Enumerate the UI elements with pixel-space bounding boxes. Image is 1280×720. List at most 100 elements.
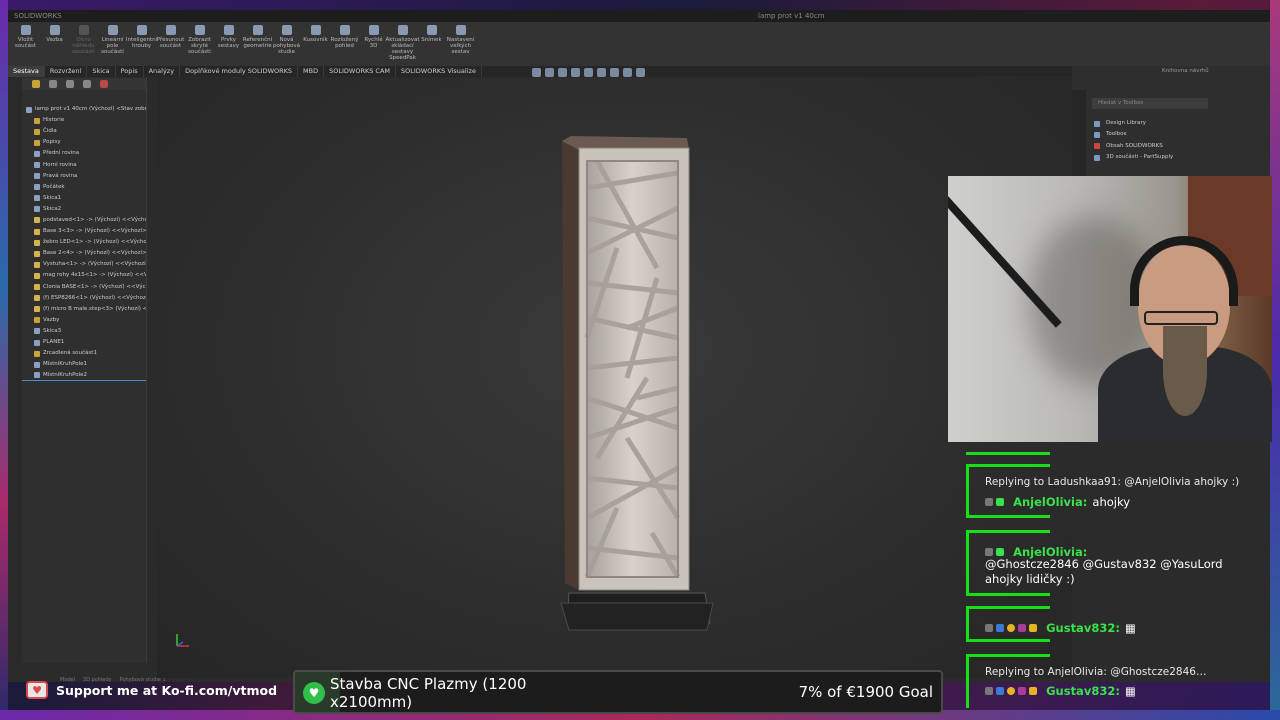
feature-tree-icon[interactable] — [32, 80, 40, 88]
chat-username: Gustav832: — [1046, 684, 1120, 698]
mod-badge-icon — [985, 547, 993, 556]
ribbon-command-icon — [223, 25, 234, 35]
zoom-to-fit-icon[interactable] — [532, 68, 541, 77]
feature-tree-item[interactable]: Vystuha<1> -> (Výchozí) <<Výchozí> — [22, 259, 146, 270]
section-view-icon[interactable] — [571, 68, 580, 77]
heads-up-view-toolbar — [532, 68, 645, 77]
ribbon-button[interactable]: Okno náhledu součásti — [70, 22, 97, 55]
feature-tree-item[interactable]: Pravá rovina — [22, 171, 146, 182]
ribbon-button[interactable]: Referenční geometrie — [243, 22, 272, 49]
ribbon-button[interactable]: Nová pohybová studie — [273, 22, 300, 55]
ribbon-button-label: Nastavení velkých sestav — [446, 37, 475, 55]
appearance-icon[interactable] — [623, 68, 632, 77]
ribbon-button[interactable]: Kusovník — [302, 22, 329, 43]
sub-badge-icon — [1018, 623, 1026, 632]
feature-tree-item[interactable]: mag rohy 4x15<1> -> (Výchozí) <<Výchozí> — [22, 270, 146, 281]
chat-username: AnjelOlivia: — [1013, 495, 1088, 509]
ribbon-command-icon — [165, 25, 176, 35]
feature-tree-item[interactable]: Horní rovina — [22, 159, 146, 170]
command-tab[interactable]: Analýzy — [144, 66, 181, 77]
feature-tree-item[interactable]: Historie — [22, 115, 146, 126]
command-tab[interactable]: SOLIDWORKS CAM — [324, 66, 397, 77]
feature-tree-item[interactable]: Přední rovina — [22, 148, 146, 159]
kofi-banner[interactable]: ♥ Support me at Ko-fi.com/vtmod — [26, 680, 277, 700]
part-icon — [34, 217, 40, 224]
display-style-icon[interactable] — [597, 68, 606, 77]
ribbon-button[interactable]: Inteligentní hrouby — [126, 22, 157, 49]
ribbon-button[interactable]: Vazba — [41, 22, 68, 43]
folder-icon — [34, 117, 40, 124]
command-ribbon: Vložit součást Vazba Okno náhledu součásti… — [8, 22, 1270, 66]
feature-tree-item[interactable]: žebro LED<1> -> (Výchozí) <<Výchozí> — [22, 237, 146, 248]
command-tab[interactable]: Skica — [87, 66, 116, 77]
feature-tree-label: žebro LED<1> -> (Výchozí) <<Výchozí> — [43, 239, 146, 246]
feature-manager-tabs — [22, 78, 146, 90]
ribbon-button-label: Vazba — [46, 37, 63, 43]
graphics-viewport[interactable] — [157, 78, 1072, 678]
command-tab[interactable]: Popis — [116, 66, 144, 77]
feature-tree-item[interactable]: Popisy — [22, 137, 146, 148]
ribbon-button-label: Snímek — [421, 37, 442, 43]
part-icon — [34, 306, 40, 313]
design-library-item[interactable]: Design Library — [1094, 118, 1173, 129]
feature-tree-item[interactable]: Počátek — [22, 182, 146, 193]
ribbon-button[interactable]: Lineární pole součástí — [99, 22, 126, 55]
sub-badge-icon — [1018, 686, 1026, 695]
feature-tree-item[interactable]: (f) micro B male.step<3> (Výchozí) << — [22, 304, 146, 315]
dimxpert-icon[interactable] — [83, 80, 91, 88]
ribbon-button[interactable]: Nastavení velkých sestav — [447, 22, 474, 55]
command-tab[interactable]: Rozvržení — [45, 66, 88, 77]
part-icon — [34, 228, 40, 235]
command-tab[interactable]: Doplňkové moduly SOLIDWORKS — [180, 66, 299, 77]
feature-tree-label: Počátek — [43, 183, 65, 190]
scene-icon[interactable] — [636, 68, 645, 77]
configuration-manager-icon[interactable] — [66, 80, 74, 88]
feature-tree-item[interactable]: Čidla — [22, 126, 146, 137]
property-manager-icon[interactable] — [49, 80, 57, 88]
lamp-model-render[interactable] — [157, 78, 1072, 678]
feature-tree-item[interactable]: podstaved<1> -> (Výchozí) <<Výchozí> — [22, 215, 146, 226]
feature-tree-item[interactable]: Skica3 — [22, 326, 146, 337]
ribbon-button[interactable]: Přesunout součást — [157, 22, 184, 49]
view-orientation-icon[interactable] — [584, 68, 593, 77]
feature-tree-item[interactable]: Skica2 — [22, 204, 146, 215]
ribbon-button[interactable]: Aktualizovat skládací sestavy SpeedPak — [385, 22, 420, 61]
feature-tree-item[interactable]: MístníKruhPole1 — [22, 359, 146, 370]
ribbon-button[interactable]: Snímek — [418, 22, 445, 43]
design-library-item[interactable]: Obsah SOLIDWORKS — [1094, 141, 1173, 152]
previous-view-icon[interactable] — [558, 68, 567, 77]
command-tab[interactable]: Sestava — [8, 66, 45, 77]
feature-tree-item[interactable]: lamp prot v1 40cm (Výchozí) <Stav zobraz… — [22, 104, 146, 115]
feature-tree-item[interactable]: Clonia BASE<1> -> (Výchozí) <<Výchozí> — [22, 282, 146, 293]
hide-show-icon[interactable] — [610, 68, 619, 77]
display-manager-icon[interactable] — [100, 80, 108, 88]
design-library-label: Design Library — [1106, 120, 1146, 127]
command-tab[interactable]: MBD — [298, 66, 325, 77]
ribbon-command-icon — [107, 25, 118, 35]
chat-line: Gustav832: ▦ — [985, 617, 1136, 636]
design-library-item[interactable]: 3D součásti - PartSupply — [1094, 152, 1173, 163]
feature-tree-item[interactable]: Base 3<3> -> (Výchozí) <<Výchozí> — [22, 226, 146, 237]
chat-text: @Ghostcze2846 @Gustav832 @YasuLord — [985, 557, 1223, 571]
ribbon-button[interactable]: Vložit součást — [12, 22, 39, 49]
ribbon-button[interactable]: Zobrazit skryté součásti — [186, 22, 213, 55]
command-tab[interactable]: SOLIDWORKS Visualize — [396, 66, 482, 77]
chat-emote-icon: ▦ — [1125, 621, 1136, 635]
feature-tree-item[interactable]: Vazby — [22, 315, 146, 326]
ribbon-button[interactable]: Prvky sestavy — [215, 22, 242, 49]
design-library-item[interactable]: Toolbox — [1094, 129, 1173, 140]
feature-tree-label: Horní rovina — [43, 161, 77, 168]
zoom-area-icon[interactable] — [545, 68, 554, 77]
part-icon — [34, 295, 40, 302]
feature-tree-item[interactable]: (f) ESP8266<1> (Výchozí) <<Výchozí> — [22, 293, 146, 304]
design-library-label: 3D součásti - PartSupply — [1106, 154, 1174, 161]
ribbon-button[interactable]: Rozložený pohled — [331, 22, 358, 49]
feature-tree-item[interactable]: Zrcadlená součást1 — [22, 348, 146, 359]
feature-tree-item[interactable]: Skica1 — [22, 193, 146, 204]
feature-tree-item[interactable]: MístníKruhPole2 — [22, 370, 146, 382]
ribbon-button[interactable]: Rychlé 3D — [360, 22, 387, 49]
feature-tree-item[interactable]: PLANE1 — [22, 337, 146, 348]
plane-icon — [34, 195, 40, 202]
toolbox-search-input[interactable]: Hledat v Toolbox — [1092, 98, 1208, 109]
feature-tree-item[interactable]: Base 2<4> -> (Výchozí) <<Výchozí> — [22, 248, 146, 259]
